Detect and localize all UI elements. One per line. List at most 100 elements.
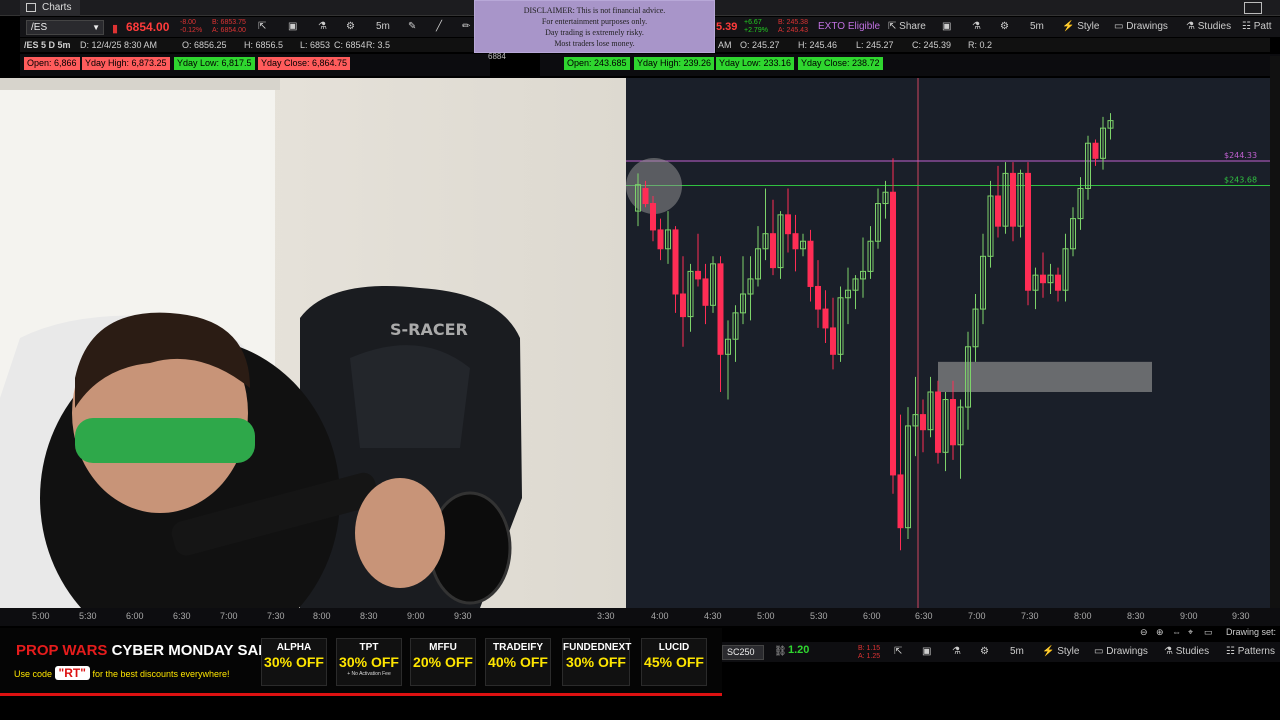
promo-discount: 30% OFF <box>339 654 399 670</box>
promo-code: "RT" <box>54 666 90 680</box>
link-icon[interactable]: ▮ <box>112 19 118 37</box>
price-scale[interactable] <box>1270 56 1280 608</box>
right-date: AM <box>718 40 732 50</box>
left-timeframe-button[interactable]: 5m <box>376 17 390 37</box>
promo-note: + No Activation Fee <box>347 671 391 677</box>
style-button[interactable]: ⚡ Style <box>1042 642 1079 662</box>
left-date: D: 12/4/25 8:30 AM <box>80 40 158 50</box>
banner-code-line: Use code "RT" for the best discounts eve… <box>14 666 230 680</box>
left-badge-yday-high: Yday High: 6,873.25 <box>82 57 170 70</box>
left-symbol-input[interactable]: /ES ▼ <box>26 20 104 35</box>
left-low: L: 6853 <box>300 40 331 50</box>
charts-tab[interactable]: Charts <box>20 0 80 16</box>
bottom-symbol-input[interactable]: SC250 <box>722 645 764 660</box>
promo-discount: 40% OFF <box>488 654 548 670</box>
zoom-out-icon[interactable]: ⊖ <box>1140 627 1148 638</box>
right-chart-canvas[interactable]: $244.33 $243.68 <box>626 78 1270 608</box>
time-label: 8:30 <box>360 611 378 621</box>
time-label: 5:30 <box>810 611 828 621</box>
promo-firm: TRADEIFY <box>493 642 543 653</box>
promo-card[interactable]: TRADEIFY 40% OFF <box>485 638 551 686</box>
left-info-line: /ES 5 D 5m D: 12/4/25 8:30 AM O: 6856.25… <box>20 38 490 52</box>
flask-icon[interactable]: ⚗ <box>952 642 961 662</box>
share-icon[interactable]: ⇱ <box>258 17 266 37</box>
right-low: L: 245.27 <box>856 40 894 50</box>
patterns-button[interactable]: ☷ Patt <box>1242 17 1272 37</box>
share-icon[interactable]: ⇱ <box>894 642 902 662</box>
promo-card[interactable]: MFFU 20% OFF <box>410 638 476 686</box>
zoom-in-icon[interactable]: ⊕ <box>1156 627 1164 638</box>
crosshair-icon[interactable]: ⌖ <box>1188 627 1193 638</box>
bottom-ask: A: 1.25 <box>858 653 881 660</box>
candle-body <box>807 240 814 287</box>
gear-icon[interactable]: ⚙ <box>1000 17 1009 37</box>
left-high: H: 6856.5 <box>244 40 284 50</box>
right-change: +6.67 <box>744 19 762 26</box>
pencil-icon[interactable]: ✏ <box>462 17 470 37</box>
studies-button[interactable]: ⚗ Studies <box>1164 642 1209 662</box>
right-bid: B: 245.38 <box>778 19 808 26</box>
candle-body <box>657 229 664 250</box>
time-label: 8:30 <box>1127 611 1145 621</box>
time-label: 9:00 <box>407 611 425 621</box>
promo-firm: ALPHA <box>276 642 312 653</box>
disclaimer-line: Most traders lose money. <box>554 39 635 48</box>
right-high: H: 245.46 <box>798 40 838 50</box>
chevron-down-icon[interactable]: ▼ <box>92 21 100 34</box>
candlestick-chart: $244.33 $243.68 <box>626 78 1270 608</box>
studies-button[interactable]: ⚗ Studies <box>1186 17 1231 37</box>
bottom-timeframe-button[interactable]: 5m <box>1010 642 1024 662</box>
hand <box>355 478 445 588</box>
patterns-button[interactable]: ☷ Patterns <box>1226 642 1275 662</box>
right-change-pct: +2.79% <box>744 27 768 34</box>
snapshot-icon[interactable]: ▣ <box>942 17 951 37</box>
right-timeframe-button[interactable]: 5m <box>1030 17 1044 37</box>
zoom-controls[interactable]: ⊖ ⊕ ⇔ ⌖ ▭ Drawing set: <box>1080 627 1280 639</box>
pan-icon[interactable]: ⇔ <box>1172 627 1181 637</box>
gear-icon[interactable]: ⚙ <box>980 642 989 662</box>
gear-icon[interactable]: ⚙ <box>346 17 355 37</box>
promo-card[interactable]: TPT 30% OFF + No Activation Fee <box>336 638 402 686</box>
style-button[interactable]: ⚡ Style <box>1062 17 1099 37</box>
grid-layout-icon[interactable] <box>1244 2 1262 14</box>
right-change-block: +6.67 +2.79% <box>744 19 768 35</box>
window-icon[interactable]: ▭ <box>1204 627 1213 638</box>
time-label: 9:30 <box>454 611 472 621</box>
time-label: 9:30 <box>1232 611 1250 621</box>
left-ask: A: 6854.00 <box>212 27 246 34</box>
time-axis: 5:00 5:30 6:00 6:30 7:00 7:30 8:00 8:30 … <box>0 608 1280 626</box>
style-icon[interactable]: ✎ <box>408 17 416 37</box>
flask-icon[interactable]: ⚗ <box>972 17 981 37</box>
share-button[interactable]: ⇱ Share <box>888 17 926 37</box>
right-info-line: AM O: 245.27 H: 245.46 L: 245.27 C: 245.… <box>716 38 1270 52</box>
candle-body <box>890 191 896 476</box>
drawing-line-icon[interactable]: ╱ <box>436 17 442 37</box>
candle-body <box>1040 274 1046 284</box>
time-label: 8:00 <box>313 611 331 621</box>
promo-card[interactable]: ALPHA 30% OFF <box>261 638 327 686</box>
candle-body <box>1055 274 1061 291</box>
candle-body <box>642 187 649 205</box>
left-close: C: 6854 <box>334 40 366 50</box>
snapshot-icon[interactable]: ▣ <box>288 17 297 37</box>
share-label: Share <box>899 21 926 32</box>
drawings-button[interactable]: ▭ Drawings <box>1114 17 1168 37</box>
link-icon[interactable]: ⛓ <box>774 646 787 657</box>
time-label: 7:00 <box>968 611 986 621</box>
flask-icon[interactable]: ⚗ <box>318 17 327 37</box>
drawings-button[interactable]: ▭ Drawings <box>1094 642 1148 662</box>
candle-body <box>1010 172 1016 227</box>
snapshot-icon[interactable]: ▣ <box>922 642 931 662</box>
left-scale-label: 6884 <box>488 52 506 61</box>
candle-body <box>935 391 941 453</box>
right-range: R: 0.2 <box>968 40 993 50</box>
promo-card[interactable]: LUCID 45% OFF <box>641 638 707 686</box>
candle-body <box>897 474 904 529</box>
left-badge-open: Open: 6,866 <box>24 57 80 70</box>
exto-eligible-badge[interactable]: EXTO Eligible <box>818 17 880 37</box>
candle-body <box>717 263 724 355</box>
left-bid: B: 6853.75 <box>212 19 246 26</box>
promo-firm: MFFU <box>429 642 457 653</box>
promo-discount: 45% OFF <box>644 654 704 670</box>
promo-card[interactable]: FUNDEDNEXT 30% OFF <box>562 638 631 686</box>
